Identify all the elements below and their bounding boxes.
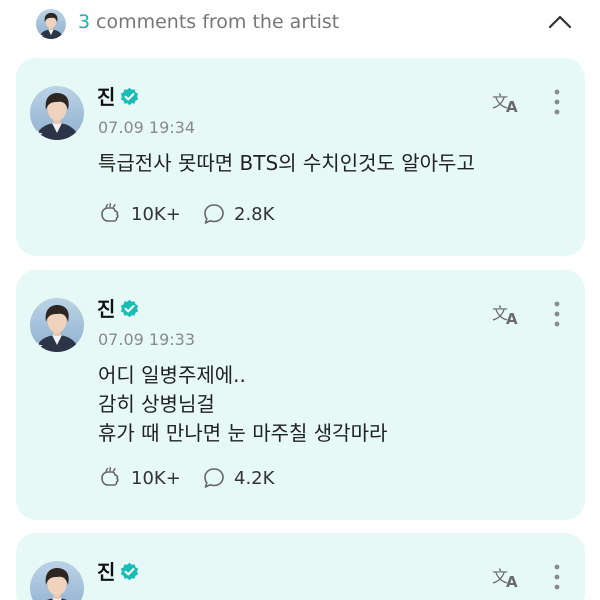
translate-icon[interactable] [492,89,522,115]
artist-avatar [36,9,66,39]
author-name[interactable]: 진 [97,293,115,322]
reply-icon[interactable] [202,466,226,490]
like-icon[interactable] [98,466,122,490]
verified-badge-icon [120,562,139,581]
comment-line: 어디 일병주제에.. [98,363,246,387]
avatar[interactable] [30,86,84,140]
avatar[interactable] [30,561,84,600]
author-name[interactable]: 진 [97,81,115,110]
comment-card: 진 [16,533,585,600]
translate-icon[interactable] [492,301,522,327]
comment-line: 감히 상병님걸 [98,392,215,416]
translate-icon[interactable] [492,564,522,590]
more-options-icon[interactable] [549,87,565,117]
like-count: 10K+ [131,204,181,225]
comment-line: 특급전사 못따면 BTS의 수치인것도 알아두고 [98,151,475,175]
verified-badge-icon [120,299,139,318]
comment-time: 07.09 19:33 [98,330,195,349]
comment-count: 3 [78,11,91,33]
verified-badge-icon [120,87,139,106]
more-options-icon[interactable] [549,299,565,329]
like-count: 10K+ [131,468,181,489]
comment-line: 휴가 때 만나면 눈 마주칠 생각마라 [98,421,388,445]
comment-text: 특급전사 못따면 BTS의 수치인것도 알아두고 [98,149,475,178]
comment-card: 진 07.09 19:33 어디 일병주제에.. 감히 상병님걸 휴가 때 만나… [16,270,585,520]
reply-icon[interactable] [202,202,226,226]
chevron-up-icon[interactable] [547,12,573,32]
like-icon[interactable] [98,202,122,226]
comment-text: 어디 일병주제에.. 감히 상병님걸 휴가 때 만나면 눈 마주칠 생각마라 [98,361,387,448]
avatar[interactable] [30,298,84,352]
comment-card: 진 07.09 19:34 특급전사 못따면 BTS의 수치인것도 알아두고 1… [16,58,585,256]
reply-count: 4.2K [234,468,275,489]
author-name[interactable]: 진 [97,556,115,585]
more-options-icon[interactable] [549,562,565,592]
comments-header[interactable]: 3 comments from the artist [0,0,600,50]
reply-count: 2.8K [234,204,275,225]
comment-time: 07.09 19:34 [98,118,195,137]
comments-title: comments from the artist [96,11,340,33]
